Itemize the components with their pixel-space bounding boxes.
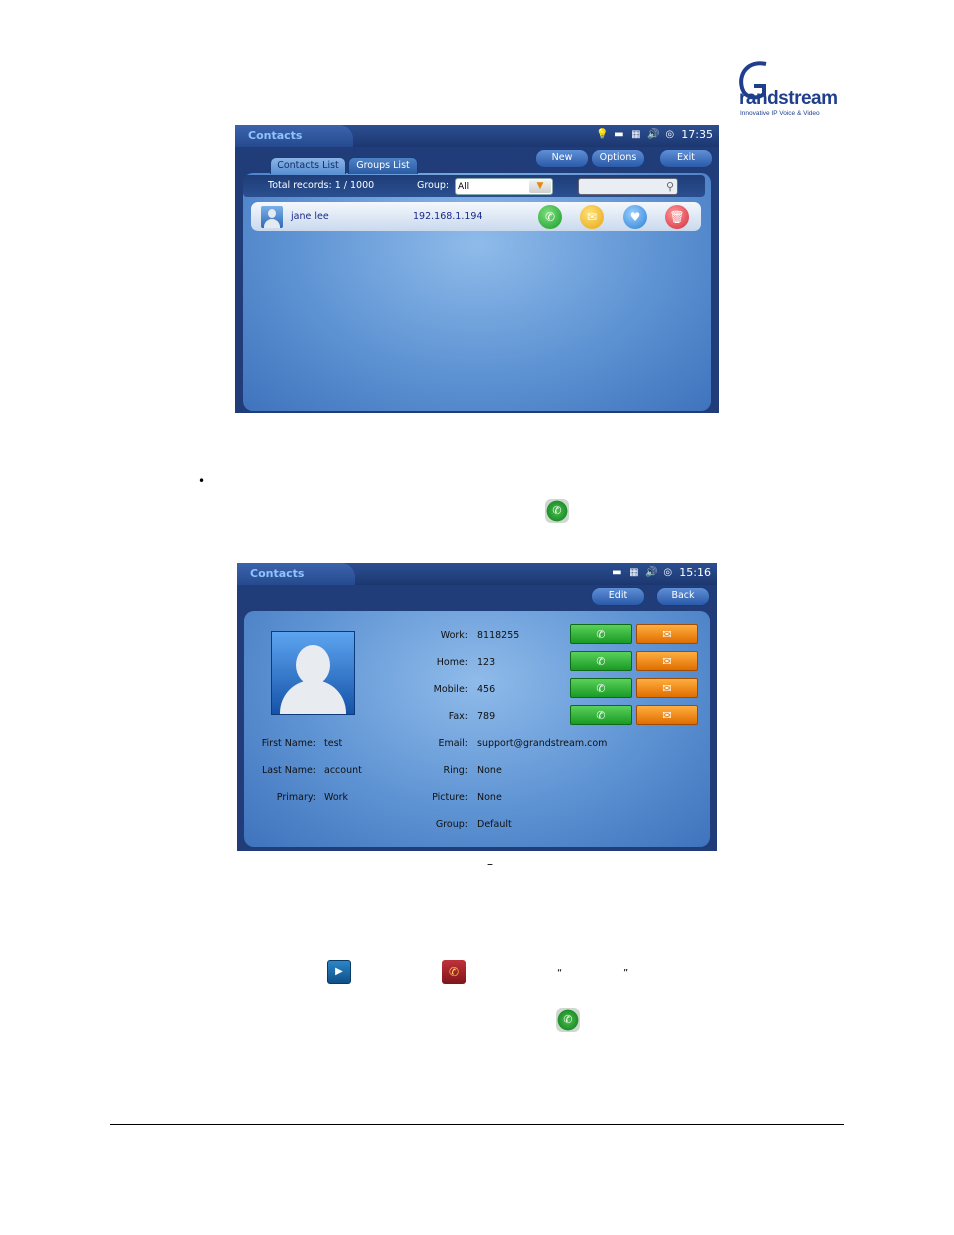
call-home-button[interactable]: ✆ [570, 651, 632, 671]
call-mobile-button[interactable]: ✆ [570, 678, 632, 698]
logo-tagline: Innovative IP Voice & Video [740, 110, 820, 117]
mobile-value: 456 [477, 684, 496, 695]
ring-label: Ring: [443, 765, 469, 776]
primary-value: Work [324, 792, 349, 803]
group-select-value: All [458, 182, 470, 192]
volume-icon: 🔊 [647, 128, 660, 140]
volume-icon: 🔊 [645, 566, 658, 578]
call-icon: ✆ [545, 499, 569, 523]
message-home-button[interactable]: ✉ [636, 651, 698, 671]
grandstream-logo: randstream Innovative IP Voice & Video [736, 60, 840, 120]
first-name-value: test [324, 738, 343, 749]
chevron-down-icon[interactable]: ▼ [529, 180, 551, 193]
close-quote: ” [623, 968, 629, 979]
first-name-label: First Name: [261, 738, 316, 749]
clock: 17:35 [681, 128, 713, 141]
message-mobile-button[interactable]: ✉ [636, 678, 698, 698]
contact-ip: 192.168.1.194 [413, 211, 483, 222]
message-icon[interactable]: ✉ [580, 205, 604, 229]
delete-icon[interactable]: 🗑 [665, 205, 689, 229]
keyboard-icon: ▦ [631, 128, 641, 140]
keyboard-icon: ▦ [629, 566, 639, 578]
contact-picture [271, 631, 355, 715]
favorite-icon[interactable]: ♥ [623, 205, 647, 229]
group-label: Group: [417, 180, 450, 191]
battery-icon: ▬ [614, 128, 624, 140]
sync-icon: ◎ [663, 566, 673, 578]
new-button[interactable]: New [535, 149, 589, 168]
group-value: Default [477, 819, 512, 830]
bullet: • [198, 474, 206, 488]
mobile-label: Mobile: [433, 684, 468, 695]
status-bar: ▬ ▦ 🔊 ◎ 15:16 [611, 566, 711, 579]
app-title: Contacts [250, 567, 305, 580]
back-button[interactable]: Back [656, 587, 710, 606]
group-select[interactable]: All ▼ [455, 178, 553, 195]
call-history-icon: ✆ [442, 960, 466, 984]
home-value: 123 [477, 657, 496, 668]
picture-value: None [477, 792, 502, 803]
app-tab: Contacts [237, 563, 355, 585]
exit-button[interactable]: Exit [659, 149, 713, 168]
avatar [261, 206, 283, 228]
app-title: Contacts [248, 129, 303, 142]
fax-label: Fax: [448, 711, 468, 722]
footer-rule [110, 1124, 844, 1125]
home-label: Home: [436, 657, 468, 668]
clock: 15:16 [679, 566, 711, 579]
last-name-label: Last Name: [261, 765, 316, 776]
search-icon[interactable]: ⚲ [666, 180, 674, 193]
caption-dash: – [487, 857, 493, 871]
call-fax-button[interactable]: ✆ [570, 705, 632, 725]
email-value: support@grandstream.com [477, 738, 608, 749]
fax-value: 789 [477, 711, 496, 722]
contacts-list-screen: Contacts 💡 ▬ ▦ 🔊 ◎ 17:35 Contacts List G… [235, 125, 719, 413]
bulb-icon: 💡 [596, 128, 609, 140]
contact-name: jane lee [291, 211, 329, 222]
logo-text: randstream [739, 88, 838, 109]
tab-contacts-list[interactable]: Contacts List [270, 157, 346, 174]
call-icon[interactable]: ✆ [538, 205, 562, 229]
search-input[interactable]: ⚲ [578, 178, 678, 195]
email-label: Email: [438, 738, 468, 749]
status-bar: 💡 ▬ ▦ 🔊 ◎ 17:35 [596, 128, 713, 141]
work-label: Work: [440, 630, 468, 641]
message-fax-button[interactable]: ✉ [636, 705, 698, 725]
total-records: Total records: 1 / 1000 [268, 180, 375, 191]
picture-label: Picture: [432, 792, 468, 803]
tab-groups-list[interactable]: Groups List [348, 157, 418, 174]
call-icon: ✆ [556, 1008, 580, 1032]
message-work-button[interactable]: ✉ [636, 624, 698, 644]
primary-label: Primary: [276, 792, 316, 803]
options-button[interactable]: Options [591, 149, 645, 168]
open-quote: “ [557, 968, 563, 979]
call-work-button[interactable]: ✆ [570, 624, 632, 644]
battery-icon: ▬ [612, 566, 622, 578]
group-label: Group: [435, 819, 468, 830]
ring-value: None [477, 765, 502, 776]
contact-row[interactable]: jane lee 192.168.1.194 ✆ ✉ ♥ 🗑 [251, 202, 701, 231]
work-value: 8118255 [477, 630, 520, 641]
app-tab: Contacts [235, 125, 353, 147]
last-name-value: account [324, 765, 362, 776]
play-icon: ▶ [327, 960, 351, 984]
edit-button[interactable]: Edit [591, 587, 645, 606]
contact-detail-screen: Contacts ▬ ▦ 🔊 ◎ 15:16 Edit Back First N… [237, 563, 717, 851]
sync-icon: ◎ [665, 128, 675, 140]
